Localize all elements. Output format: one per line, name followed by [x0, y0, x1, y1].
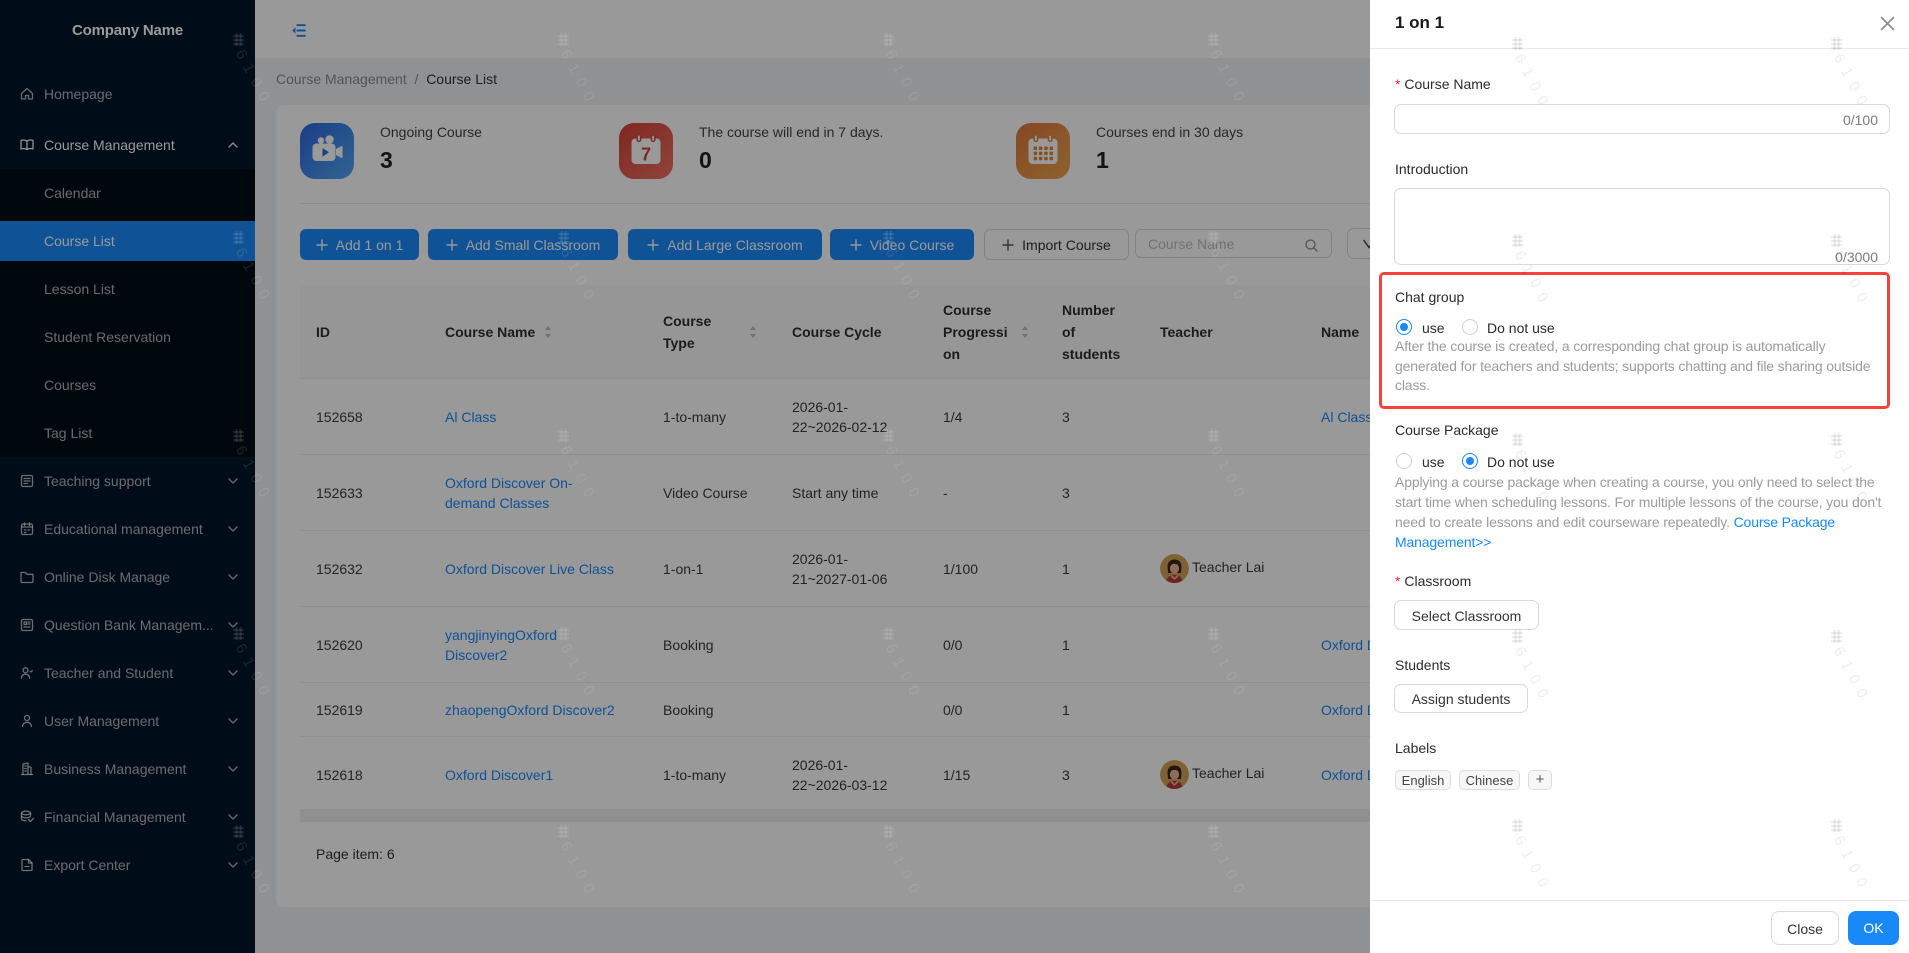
svg-text:6100: 6100: [1830, 248, 1875, 312]
svg-text:6100: 6100: [1830, 644, 1875, 708]
svg-text:6100: 6100: [1511, 51, 1556, 115]
svg-text:6100: 6100: [1511, 644, 1556, 708]
svg-text:6100: 6100: [1511, 833, 1556, 897]
svg-text:6100: 6100: [1830, 833, 1875, 897]
svg-text:6100: 6100: [1830, 51, 1875, 115]
svg-text:6100: 6100: [1830, 447, 1875, 511]
svg-text:6100: 6100: [1511, 447, 1556, 511]
svg-text:6100: 6100: [1511, 248, 1556, 312]
